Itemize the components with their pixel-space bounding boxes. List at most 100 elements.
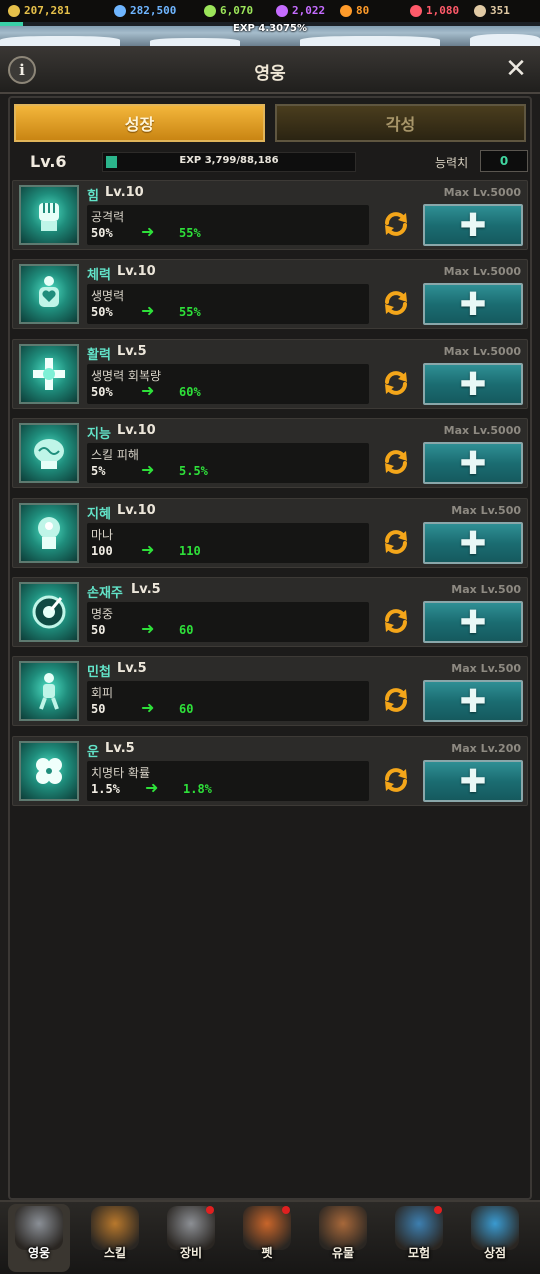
refresh-icon[interactable] bbox=[379, 366, 413, 400]
nav-adventure-compass[interactable]: 모험 bbox=[384, 1206, 454, 1272]
refresh-icon[interactable] bbox=[379, 763, 413, 797]
stat-card-5: 손재주 Lv.5 Max Lv.500 명중 50 ➜ 60 ✚ bbox=[12, 577, 528, 647]
stat-effect-box: 공격력 50% ➜ 55% bbox=[87, 205, 369, 245]
refresh-icon[interactable] bbox=[379, 683, 413, 717]
close-button[interactable]: ✕ bbox=[502, 54, 530, 84]
resource-red-ruby: 1,080 bbox=[410, 4, 470, 17]
nav-label: 모험 bbox=[407, 1246, 431, 1260]
upgrade-plus-button[interactable]: ✚ bbox=[423, 521, 523, 564]
stat-card-0: 힘 Lv.10 Max Lv.5000 공격력 50% ➜ 55% ✚ bbox=[12, 180, 528, 250]
stat-next-value: 60 bbox=[179, 702, 194, 717]
resource-value: 2,022 bbox=[292, 4, 326, 17]
stat-current-value: 50 bbox=[91, 623, 106, 637]
clover-icon bbox=[19, 740, 79, 801]
stat-effect-box: 회피 50 ➜ 60 bbox=[87, 681, 369, 722]
nav-shop-treasure[interactable]: 상점 bbox=[460, 1206, 530, 1272]
arrow-right-icon: ➜ bbox=[141, 301, 155, 321]
stat-next-value: 55% bbox=[179, 305, 201, 320]
stat-effect-box: 생명력 50% ➜ 55% bbox=[87, 284, 369, 325]
stat-name: 활력 bbox=[87, 347, 111, 363]
head-glow-icon bbox=[19, 502, 79, 563]
upgrade-plus-button[interactable]: ✚ bbox=[423, 283, 523, 326]
plus-icon: ✚ bbox=[459, 285, 487, 324]
stat-name: 체력 bbox=[87, 268, 111, 284]
nav-label: 스킬 bbox=[103, 1246, 127, 1260]
refresh-icon[interactable] bbox=[379, 286, 413, 320]
stat-level: Lv.5 bbox=[105, 740, 135, 756]
heart-body-icon bbox=[19, 264, 79, 325]
resource-brown-scroll: 351 bbox=[474, 4, 536, 17]
stat-points-label: 능력치 bbox=[435, 156, 469, 170]
bottom-nav: 영웅 스킬 장비 펫 유물 모험 상점 bbox=[0, 1200, 540, 1274]
stat-current-value: 50% bbox=[91, 384, 113, 399]
upgrade-plus-button[interactable]: ✚ bbox=[423, 204, 523, 246]
stat-next-value: 110 bbox=[179, 543, 201, 558]
stat-max-level: Max Lv.5000 bbox=[443, 265, 521, 279]
nav-pet[interactable]: 펫 bbox=[232, 1206, 302, 1272]
stat-current-value: 50% bbox=[91, 305, 113, 320]
stat-current-value: 50 bbox=[91, 702, 106, 717]
nav-equipment[interactable]: 장비 bbox=[156, 1206, 226, 1272]
arrow-right-icon: ➜ bbox=[141, 698, 155, 718]
plus-icon: ✚ bbox=[459, 364, 487, 403]
arrow-right-icon: ➜ bbox=[141, 380, 155, 400]
nav-skill-book[interactable]: 스킬 bbox=[80, 1206, 150, 1272]
resource-value: 282,500 bbox=[130, 4, 177, 17]
upgrade-plus-button[interactable]: ✚ bbox=[423, 759, 523, 802]
player-exp-text: EXP 4.3075% bbox=[233, 23, 307, 34]
upgrade-plus-button[interactable]: ✚ bbox=[423, 362, 523, 405]
stat-max-level: Max Lv.200 bbox=[451, 741, 521, 755]
stat-name: 민첩 bbox=[87, 665, 111, 681]
stat-max-level: Max Lv.5000 bbox=[443, 344, 521, 358]
refresh-icon[interactable] bbox=[379, 207, 413, 241]
tab-growth[interactable]: 성장 bbox=[14, 104, 265, 142]
plus-icon: ✚ bbox=[459, 761, 487, 800]
brown-scroll-icon bbox=[474, 4, 486, 17]
stat-effect-box: 마나 100 ➜ 110 bbox=[87, 522, 369, 563]
stat-level: Lv.5 bbox=[131, 582, 161, 597]
stat-effect-box: 치명타 확률 1.5% ➜ 1.8% bbox=[87, 760, 369, 801]
green-gem-icon bbox=[204, 4, 216, 17]
stat-current-value: 1.5% bbox=[91, 781, 120, 796]
arrow-right-icon: ➜ bbox=[141, 460, 155, 480]
purple-gem-icon bbox=[276, 4, 288, 17]
stat-max-level: Max Lv.5000 bbox=[443, 186, 521, 199]
resource-bar: 207,281 282,500 6,070 2,022 80 1,080 351 bbox=[0, 0, 540, 22]
tab-bar: 성장 각성 bbox=[14, 104, 526, 142]
upgrade-plus-button[interactable]: ✚ bbox=[423, 442, 523, 485]
stat-card-2: 활력 Lv.5 Max Lv.5000 생명력 회복량 50% ➜ 60% ✚ bbox=[12, 338, 528, 409]
upgrade-plus-button[interactable]: ✚ bbox=[423, 680, 523, 723]
nav-label: 장비 bbox=[179, 1246, 203, 1260]
cross-icon bbox=[19, 343, 79, 404]
arrow-right-icon: ➜ bbox=[141, 619, 155, 638]
stat-next-value: 60 bbox=[179, 623, 194, 637]
hero-exp-bar: EXP 3,799/88,186 bbox=[102, 152, 356, 172]
refresh-icon[interactable] bbox=[379, 445, 413, 479]
nav-hero-helmet[interactable]: 영웅 bbox=[4, 1206, 74, 1272]
resource-green-gem: 6,070 bbox=[204, 4, 272, 17]
refresh-icon[interactable] bbox=[379, 525, 413, 559]
stat-effect-name: 공격력 bbox=[91, 210, 125, 224]
stat-name: 힘 bbox=[87, 189, 99, 204]
stat-points-value: 0 bbox=[480, 150, 528, 172]
stat-effect-name: 명중 bbox=[91, 607, 114, 621]
stat-effect-box: 스킬 피해 5% ➜ 5.5% bbox=[87, 443, 369, 484]
nav-relic-chest[interactable]: 유물 bbox=[308, 1206, 378, 1272]
stat-level: Lv.10 bbox=[117, 264, 156, 280]
nav-label: 영웅 bbox=[27, 1246, 51, 1260]
alert-dot-icon bbox=[282, 1206, 290, 1214]
hero-level: Lv.6 bbox=[30, 152, 67, 171]
plus-icon: ✚ bbox=[459, 523, 487, 562]
hero-exp-text: EXP 3,799/88,186 bbox=[179, 155, 279, 166]
upgrade-plus-button[interactable]: ✚ bbox=[423, 601, 523, 643]
stat-card-3: 지능 Lv.10 Max Lv.5000 스킬 피해 5% ➜ 5.5% ✚ bbox=[12, 418, 528, 489]
stat-next-value: 1.8% bbox=[183, 781, 212, 796]
tab-awaken[interactable]: 각성 bbox=[275, 104, 526, 142]
stat-level: Lv.5 bbox=[117, 661, 147, 677]
arrow-right-icon: ➜ bbox=[141, 222, 155, 241]
resource-value: 1,080 bbox=[426, 4, 460, 17]
red-ruby-icon bbox=[410, 4, 422, 17]
plus-icon: ✚ bbox=[459, 444, 487, 483]
refresh-icon[interactable] bbox=[379, 604, 413, 638]
nav-label: 펫 bbox=[261, 1246, 273, 1260]
